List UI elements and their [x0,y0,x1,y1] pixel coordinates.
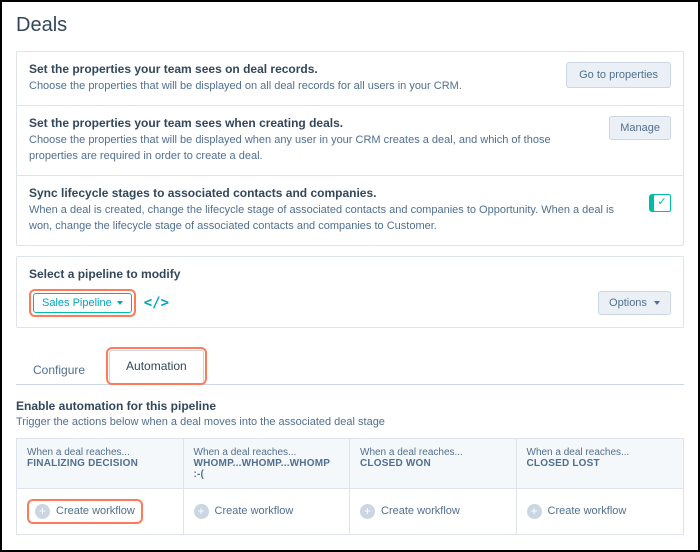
create-workflow-button[interactable]: Create workflow [215,505,294,517]
manage-button[interactable]: Manage [609,116,671,140]
stage-head-closed-won: When a deal reaches... CLOSED WON [350,439,517,489]
stage-name: CLOSED WON [360,458,506,469]
pipeline-card: Select a pipeline to modify Sales Pipeli… [16,256,684,328]
create-workflow-button[interactable]: Create workflow [548,505,627,517]
stage-cell-whomp: + Create workflow [184,489,351,534]
create-workflow-button[interactable]: Create workflow [381,505,460,517]
setting-create-deal-props: Set the properties your team sees when c… [17,105,683,175]
options-label: Options [609,297,647,309]
automation-section: Enable automation for this pipeline Trig… [16,399,684,535]
tab-configure[interactable]: Configure [16,354,102,385]
stage-head-whomp: When a deal reaches... WHOMP...WHOMP...W… [184,439,351,489]
code-icon[interactable]: </> [144,295,169,311]
pipeline-label: Select a pipeline to modify [29,267,671,281]
setting-sync-lifecycle: Sync lifecycle stages to associated cont… [17,175,683,245]
setting-deal-record-props: Set the properties your team sees on dea… [17,52,683,105]
stage-cell-finalizing: + Create workflow [17,489,184,534]
settings-card: Set the properties your team sees on dea… [16,51,684,246]
stage-reach-label: When a deal reaches... [527,447,674,458]
page-title: Deals [16,14,684,37]
check-icon: ✓ [657,197,666,208]
sync-lifecycle-toggle[interactable]: ✓ [649,194,671,212]
setting-title: Set the properties your team sees when c… [29,116,595,130]
automation-title: Enable automation for this pipeline [16,399,684,413]
plus-icon: + [194,504,209,519]
stage-reach-label: When a deal reaches... [360,447,506,458]
caret-down-icon [117,301,123,305]
highlight-tab-automation: Automation [106,347,207,385]
tabs: Configure Automation [16,346,684,385]
plus-icon: + [360,504,375,519]
stage-reach-label: When a deal reaches... [194,447,340,458]
stage-name: WHOMP...WHOMP...WHOMP :-( [194,458,340,480]
setting-title: Sync lifecycle stages to associated cont… [29,186,635,200]
stage-name: CLOSED LOST [527,458,674,469]
create-workflow-button[interactable]: Create workflow [56,505,135,517]
stage-head-closed-lost: When a deal reaches... CLOSED LOST [517,439,684,489]
setting-desc: Choose the properties that will be displ… [29,79,552,95]
toggle-thumb: ✓ [653,194,671,212]
pipeline-select[interactable]: Sales Pipeline [33,293,132,313]
automation-desc: Trigger the actions below when a deal mo… [16,416,684,428]
stage-reach-label: When a deal reaches... [27,447,173,458]
pipeline-selected-value: Sales Pipeline [42,297,112,309]
setting-desc: Choose the properties that will be displ… [29,133,595,165]
tab-automation[interactable]: Automation [109,350,204,382]
caret-down-icon [654,301,660,305]
highlight-create-workflow: + Create workflow [27,499,143,524]
plus-icon: + [527,504,542,519]
setting-title: Set the properties your team sees on dea… [29,62,552,76]
stage-cell-closed-lost: + Create workflow [517,489,684,534]
options-button[interactable]: Options [598,291,671,315]
highlight-pipeline-select: Sales Pipeline [29,289,136,317]
stage-head-finalizing: When a deal reaches... FINALIZING DECISI… [17,439,184,489]
go-to-properties-button[interactable]: Go to properties [566,62,671,88]
stage-grid: When a deal reaches... FINALIZING DECISI… [16,438,684,535]
stage-cell-closed-won: + Create workflow [350,489,517,534]
setting-desc: When a deal is created, change the lifec… [29,203,635,235]
plus-icon: + [35,504,50,519]
stage-name: FINALIZING DECISION [27,458,173,469]
